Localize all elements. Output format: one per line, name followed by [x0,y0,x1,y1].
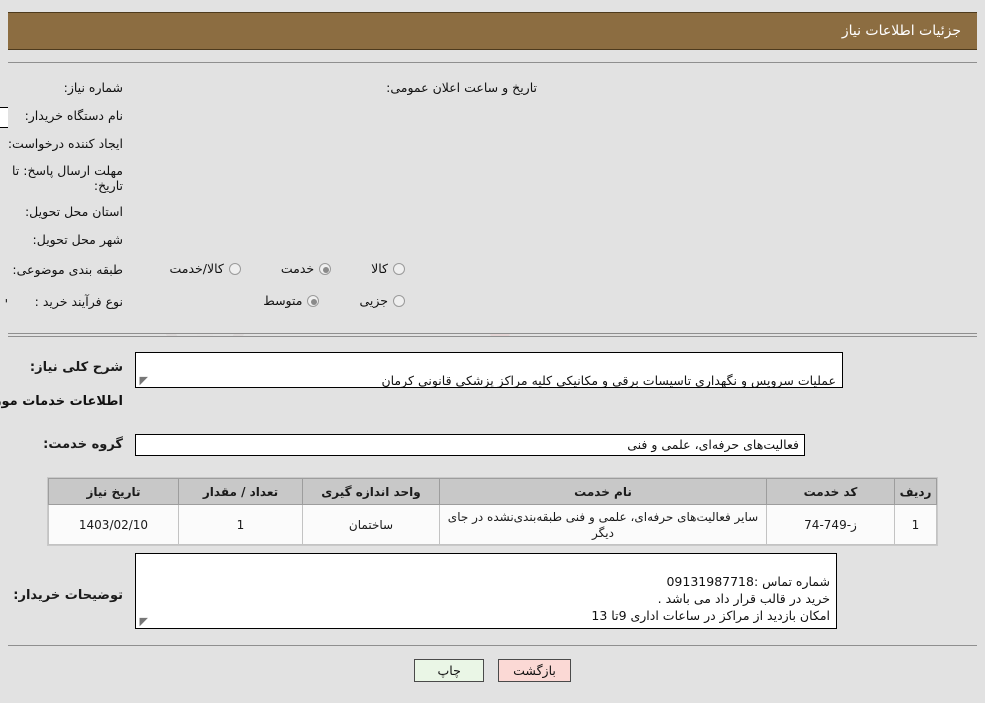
buyer-notes-box[interactable]: شماره تماس :09131987718 خرید در قالب قرا… [135,553,837,629]
need-number-label: شماره نیاز: [63,80,123,95]
buyer-notes-label: توضیحات خریدار: [13,588,123,603]
process-option-jozei[interactable]: جزیی [359,293,405,308]
buyer-notes-value: شماره تماس :09131987718 خرید در قالب قرا… [591,574,830,623]
page-root: ria T e n de r .net جزئیات اطلاعات نیاز … [0,0,985,703]
table-row: 1 ز-749-74 سایر فعالیت‌های حرفه‌ای، علمی… [48,504,937,545]
city-label: شهر محل تحویل: [32,232,123,247]
cell-name: سایر فعالیت‌های حرفه‌ای، علمی و فنی طبقه… [439,504,767,545]
public-announce-label: تاریخ و ساعت اعلان عمومی: [386,80,537,95]
province-label-wrap: استان محل تحویل: [25,204,123,219]
category-radio-kala-khedmat[interactable] [228,262,241,275]
th-unit: واحد اندازه گیری [302,478,440,505]
cell-date: 1403/02/10 [48,504,179,545]
city-label-wrap: شهر محل تحویل: [33,232,123,247]
process-option-jozei-label: جزیی [359,293,388,308]
need-info-panel [8,62,977,334]
category-label-wrap: طبقه بندی موضوعی: [12,262,123,277]
process-option-motevaset[interactable]: متوسط [263,293,320,308]
buyer-org-label: نام دستگاه خریدار: [24,108,123,123]
th-qty: تعداد / مقدار [178,478,303,505]
cell-radif: 1 [894,504,937,545]
process-radio-motevaset[interactable] [307,294,320,307]
summary-value-box: عملیات سرویس و نگهداری تاسیسات برقی و مک… [135,352,843,388]
deadline-label-wrap: مهلت ارسال پاسخ: تا تاریخ: [5,163,123,193]
footer-button-bar: بازگشت چاپ [0,659,985,682]
process-radio-group: جزیی متوسط [263,293,405,308]
process-radio-jozei[interactable] [393,294,405,307]
service-group-label: گروه خدمت: [43,437,123,452]
page-header-bar: جزئیات اطلاعات نیاز [8,12,977,50]
process-label: نوع فرآیند خرید : [34,294,123,309]
need-number-label-wrap: شماره نیاز: [64,80,123,95]
back-button[interactable]: بازگشت [498,659,571,682]
service-group-value: فعالیت‌های حرفه‌ای، علمی و فنی [135,434,805,456]
province-label: استان محل تحویل: [24,204,123,219]
category-option-kala-label: کالا [371,261,388,276]
deadline-label: مهلت ارسال پاسخ: تا تاریخ: [12,163,123,193]
category-option-kala-khedmat-label: کالا/خدمت [169,261,224,276]
announce-label-wrap: تاریخ و ساعت اعلان عمومی: [386,80,537,95]
category-option-khedmat-label: خدمت [280,261,315,276]
th-name: نام خدمت [439,478,767,505]
creator-label: ایجاد کننده درخواست: [7,136,123,151]
process-label-wrap: نوع فرآیند خرید : [35,294,123,309]
category-option-kala[interactable]: کالا [371,261,405,276]
cell-unit: ساختمان [302,504,440,545]
creator-label-wrap: ایجاد کننده درخواست: [8,136,123,151]
page-title: جزئیات اطلاعات نیاز [841,23,961,39]
table-header-row: ردیف کد خدمت نام خدمت واحد اندازه گیری ت… [48,478,937,505]
services-table: ردیف کد خدمت نام خدمت واحد اندازه گیری ت… [48,478,937,545]
summary-label: شرح کلی نیاز: [29,360,123,375]
category-option-khedmat[interactable]: خدمت [280,261,332,276]
category-option-kala-khedmat[interactable]: کالا/خدمت [169,261,241,276]
summary-value: عملیات سرویس و نگهداری تاسیسات برقی و مک… [381,373,836,388]
th-code: کد خدمت [766,478,895,505]
th-radif: ردیف [894,478,937,505]
cell-qty: 1 [178,504,303,545]
resize-grip-icon-notes: ◤ [139,615,148,628]
buyer-org-label-wrap: نام دستگاه خریدار: [25,108,123,123]
category-radio-kala[interactable] [393,262,405,275]
cell-code: ز-749-74 [766,504,895,545]
process-option-motevaset-label: متوسط [263,293,303,308]
th-date: تاریخ نیاز [48,478,179,505]
category-radio-group: کالا خدمت کالا/خدمت [169,261,405,276]
category-radio-khedmat[interactable] [319,262,332,275]
print-button[interactable]: چاپ [414,659,485,682]
services-heading: اطلاعات خدمات مورد نیاز [0,394,123,409]
resize-grip-icon: ◤ [139,374,148,387]
category-label: طبقه بندی موضوعی: [12,262,123,277]
